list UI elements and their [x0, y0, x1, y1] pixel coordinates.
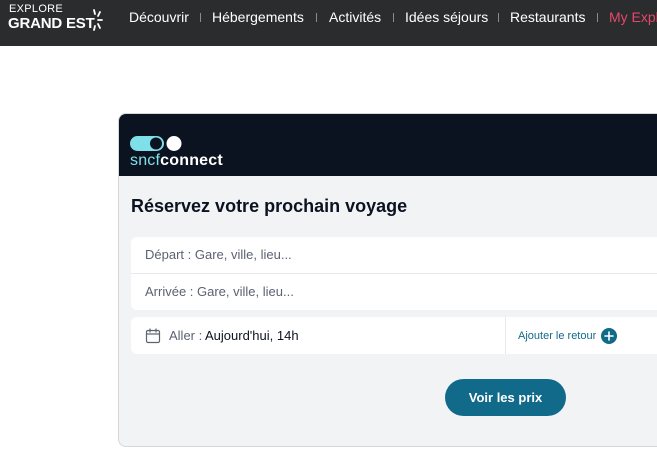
departure-field[interactable]: Départ : Gare, ville, lieu... [131, 237, 657, 273]
outbound-label: Aller : [169, 328, 203, 343]
nav-item-decouvrir[interactable]: Découvrir [129, 8, 189, 26]
see-prices-button[interactable]: Voir les prix [445, 379, 566, 416]
widget-header: sncfconnect [119, 114, 657, 176]
calendar-icon [145, 328, 161, 344]
nav-separator [316, 13, 317, 22]
departure-placeholder: Départ : Gare, ville, lieu... [145, 247, 292, 262]
nav-separator [200, 13, 201, 22]
plus-circle-icon [601, 328, 617, 344]
nav-separator [597, 13, 598, 22]
sparkle-icon [93, 9, 103, 31]
outbound-value: Aujourd'hui, 14h [205, 328, 299, 343]
nav-separator [393, 13, 394, 22]
arrival-placeholder: Arrivée : Gare, ville, lieu... [145, 284, 294, 299]
sncf-booking-widget: sncfconnect Réservez votre prochain voya… [118, 113, 657, 447]
site-header: EXPLORE GRAND EST Découvrir Hébergements… [0, 0, 657, 46]
widget-title: Réservez votre prochain voyage [131, 196, 408, 216]
nav-item-restaurants[interactable]: Restaurants [510, 8, 585, 26]
sncf-connect-wordmark: sncfconnect [130, 151, 223, 171]
outbound-date-field[interactable]: Aller : Aujourd'hui, 14h [131, 317, 505, 354]
station-fields: Départ : Gare, ville, lieu... Arrivée : … [131, 237, 657, 310]
add-return-button[interactable]: Ajouter le retour [506, 317, 657, 354]
add-return-label: Ajouter le retour [518, 330, 597, 342]
explore-grand-est-logo[interactable]: EXPLORE GRAND EST [8, 3, 108, 39]
nav-item-idees-sejours[interactable]: Idées séjours [405, 8, 488, 26]
date-selector: Aller : Aujourd'hui, 14h Ajouter le reto… [131, 317, 657, 354]
nav-item-activites[interactable]: Activités [329, 8, 381, 26]
nav-separator [498, 13, 499, 22]
nav-item-hebergements[interactable]: Hébergements [212, 8, 304, 26]
arrival-field[interactable]: Arrivée : Gare, ville, lieu... [131, 274, 657, 310]
nav-item-my-explore[interactable]: My Explo [609, 8, 657, 26]
brand-part-connect: connect [160, 152, 223, 169]
logo-line-2: GRAND EST [8, 15, 95, 32]
brand-part-sncf: sncf [130, 152, 161, 169]
